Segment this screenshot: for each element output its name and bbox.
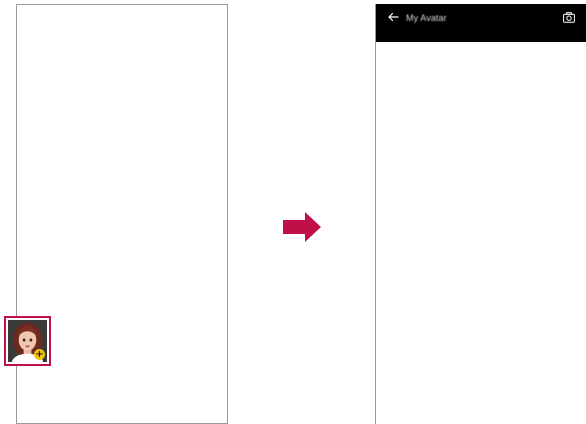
app-bar: My Avatar [376, 4, 586, 42]
avatar-image: + [8, 320, 47, 362]
back-arrow-icon[interactable] [387, 11, 399, 23]
right-phone-screen: My Avatar [375, 4, 586, 424]
camera-icon[interactable] [563, 12, 575, 23]
add-badge-icon: + [34, 349, 45, 360]
page-title: My Avatar [406, 13, 447, 23]
right-arrow-icon [283, 212, 321, 242]
avatar-shortcut[interactable]: + [4, 316, 51, 366]
